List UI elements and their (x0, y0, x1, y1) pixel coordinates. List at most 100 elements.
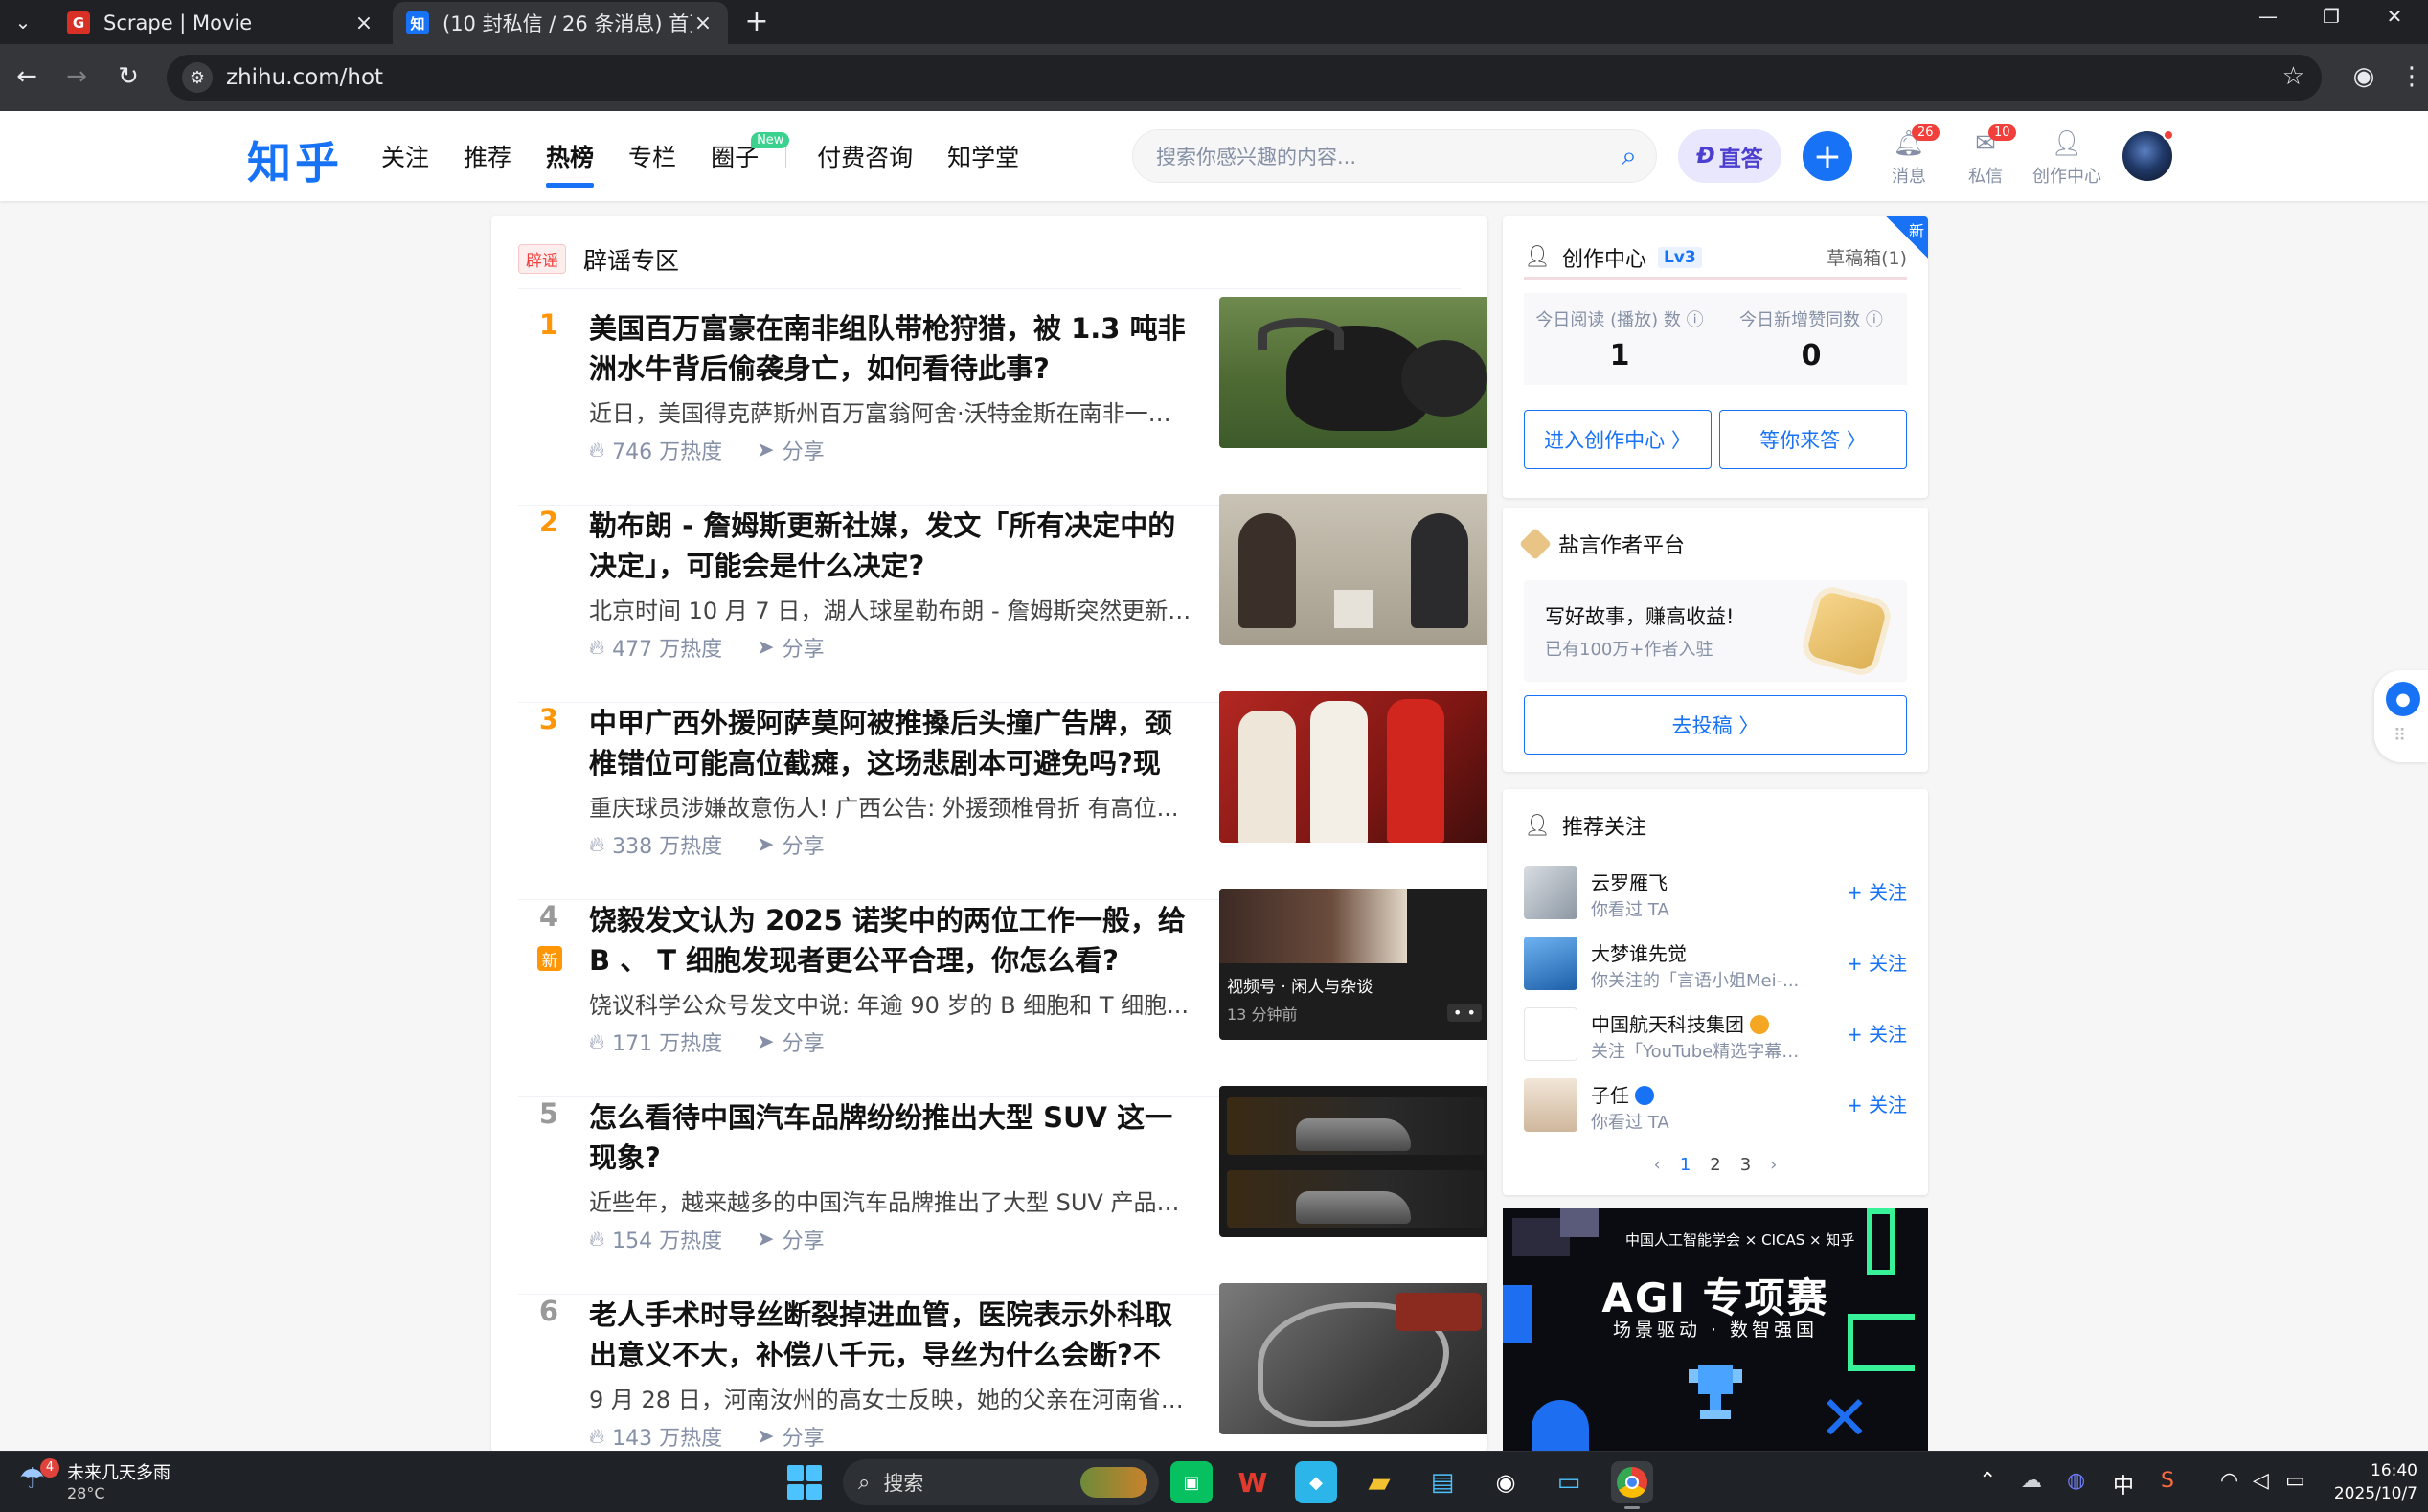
notepad-icon[interactable]: ▤ (1421, 1461, 1464, 1503)
hot-item[interactable]: 4 新 饶毅发文认为 2025 诺奖中的两位工作一般，给 B 、 T 细胞发现者… (518, 889, 1487, 1097)
share-label[interactable]: 分享 (783, 1224, 825, 1254)
nav-recommend[interactable]: 推荐 (464, 111, 511, 201)
file-explorer-icon[interactable]: ▰ (1358, 1461, 1400, 1503)
minimize-window-button[interactable]: — (2236, 0, 2300, 33)
browser-tab[interactable]: G Scrape | Movie × (54, 2, 389, 44)
tab-search-button[interactable]: ⌄ (8, 7, 38, 37)
user-avatar[interactable] (2122, 129, 2174, 181)
follow-button[interactable]: + 关注 (1847, 948, 1907, 976)
agi-contest-ad[interactable]: ✕ 中国人工智能学会 × CICAS × 知乎 AGI 专项赛 场景驱动 · 数… (1503, 1208, 1928, 1452)
hot-title[interactable]: 中甲广西外援阿萨莫阿被推搡后头撞广告牌，颈椎错位可能高位截瘫，这场悲剧本可避免吗… (589, 703, 1192, 783)
restore-window-button[interactable]: ❐ (2300, 0, 2363, 33)
profile-icon[interactable]: ◉ (2347, 59, 2381, 94)
help-icon[interactable]: ⓘ (1866, 310, 1883, 330)
close-window-button[interactable]: ✕ (2363, 0, 2426, 33)
taskbar-search[interactable]: ⌕ 搜索 (843, 1459, 1159, 1505)
share-icon[interactable]: ➤ (757, 439, 774, 463)
app-store-icon[interactable]: ◆ (1295, 1461, 1337, 1503)
hot-thumbnail[interactable] (1219, 494, 1487, 645)
bookmark-star-icon[interactable]: ☆ (2282, 62, 2304, 91)
dms-button[interactable]: ✉ 10 私信 (1952, 124, 2019, 188)
avatar[interactable] (1524, 1007, 1577, 1061)
recommended-user[interactable]: 云罗雁飞 你看过 TA + 关注 (1524, 864, 1907, 923)
assistant-chat-icon[interactable]: ● (2386, 682, 2420, 716)
hot-item[interactable]: 3 中甲广西外援阿萨莫阿被推搡后头撞广告牌，颈椎错位可能高位截瘫，这场悲剧本可避… (518, 691, 1487, 900)
avatar[interactable] (1524, 1078, 1577, 1132)
hot-title[interactable]: 饶毅发文认为 2025 诺奖中的两位工作一般，给 B 、 T 细胞发现者更公平合… (589, 900, 1192, 981)
nav-zhixuetang[interactable]: 知学堂 (947, 111, 1019, 201)
wechat-app-icon[interactable]: ▣ (1170, 1461, 1213, 1503)
hot-thumbnail[interactable] (1219, 297, 1487, 448)
submit-manuscript-button[interactable]: 去投稿 〉 (1524, 695, 1907, 755)
nav-follow[interactable]: 关注 (381, 111, 429, 201)
page-3[interactable]: 3 (1740, 1155, 1751, 1175)
sogou-ime-icon[interactable]: S (2161, 1469, 2174, 1493)
window-app-icon[interactable]: ▭ (1548, 1461, 1590, 1503)
new-tab-button[interactable]: + (739, 4, 774, 38)
hot-item[interactable]: 5 怎么看待中国汽车品牌纷纷推出大型 SUV 这一现象? 近些年，越来越多的中国… (518, 1086, 1487, 1295)
ime-indicator[interactable]: 中 (2113, 1469, 2134, 1500)
battery-icon[interactable]: ▭ (2285, 1469, 2305, 1493)
avatar[interactable] (1524, 937, 1577, 990)
reload-icon[interactable]: ↻ (109, 57, 147, 96)
floating-assistant[interactable]: ● ⠿ (2374, 670, 2428, 762)
cloud-sync-icon[interactable]: ☁ (2021, 1469, 2042, 1493)
hot-title[interactable]: 怎么看待中国汽车品牌纷纷推出大型 SUV 这一现象? (589, 1097, 1192, 1178)
creator-center-button[interactable]: 👤︎ 创作中心 (2031, 124, 2103, 188)
share-label[interactable]: 分享 (783, 1421, 825, 1452)
user-name[interactable]: 子任 (1591, 1080, 1654, 1108)
follow-button[interactable]: + 关注 (1847, 1019, 1907, 1047)
share-label[interactable]: 分享 (783, 435, 825, 465)
tray-app-icon[interactable]: ◍ (2067, 1469, 2085, 1493)
zhida-button[interactable]: Ð 直答 (1678, 129, 1781, 183)
share-icon[interactable]: ➤ (757, 1425, 774, 1449)
hot-title[interactable]: 勒布朗 - 詹姆斯更新社媒，发文「所有决定中的决定」，可能会是什么决定? (589, 506, 1192, 586)
hot-item[interactable]: 1 美国百万富豪在南非组队带枪狩猎，被 1.3 吨非洲水牛背后偷袭身亡，如何看待… (518, 297, 1487, 506)
search-box[interactable]: 搜索你感兴趣的内容... ⌕ (1132, 129, 1657, 183)
recommended-user[interactable]: 中国航天科技集团 关注「YouTube精选字幕」... + 关注 (1524, 1005, 1907, 1065)
hot-title[interactable]: 老人手术时导丝断裂掉进血管，医院表示外科取出意义不大，补偿八千元，导丝为什么会断… (589, 1295, 1192, 1375)
drafts-link[interactable]: 草稿箱(1) (1827, 244, 1907, 270)
wps-app-icon[interactable]: W (1232, 1461, 1274, 1503)
share-label[interactable]: 分享 (783, 829, 825, 860)
page-1[interactable]: 1 (1680, 1155, 1691, 1175)
hot-thumbnail[interactable] (1219, 691, 1487, 843)
wifi-icon[interactable]: ◠ (2220, 1469, 2238, 1493)
forward-arrow-icon[interactable]: → (57, 57, 96, 96)
follow-button[interactable]: + 关注 (1847, 1090, 1907, 1117)
enter-creator-center-button[interactable]: 进入创作中心 〉 (1524, 410, 1712, 469)
recommended-user[interactable]: 大梦谁先觉 你关注的「言语小姐Mei-... + 关注 (1524, 935, 1907, 994)
help-icon[interactable]: ⓘ (1687, 310, 1704, 330)
nav-hot[interactable]: 热榜 (546, 111, 595, 201)
chat-app-icon[interactable]: ◉ (1485, 1461, 1527, 1503)
windows-start-icon[interactable] (787, 1465, 822, 1500)
close-tab-icon[interactable]: × (352, 11, 375, 35)
address-bar[interactable]: ⚙ zhihu.com/hot ☆ (167, 55, 2322, 101)
close-tab-icon[interactable]: × (692, 11, 715, 35)
back-arrow-icon[interactable]: ← (8, 57, 46, 96)
share-label[interactable]: 分享 (783, 1027, 825, 1057)
prev-page-icon[interactable]: ‹ (1654, 1155, 1661, 1175)
browser-tab-active[interactable]: 知 (10 封私信 / 26 条消息) 首页 - × (393, 2, 728, 44)
hot-thumbnail[interactable] (1219, 1086, 1487, 1237)
tray-overflow-icon[interactable]: ⌃ (1979, 1469, 1996, 1493)
system-clock[interactable]: 16:40 2025/10/7 (2326, 1459, 2417, 1505)
user-name[interactable]: 中国航天科技集团 (1591, 1009, 1769, 1037)
nav-column[interactable]: 专栏 (628, 111, 676, 201)
video-more-icon[interactable]: • • (1447, 1004, 1482, 1022)
create-plus-button[interactable]: + (1803, 131, 1852, 181)
yanxuan-promo[interactable]: 写好故事，赚高收益! 已有100万+作者入驻 (1524, 580, 1907, 682)
search-input[interactable]: 搜索你感兴趣的内容... (1156, 142, 1602, 170)
search-icon[interactable]: ⌕ (1602, 129, 1656, 183)
page-2[interactable]: 2 (1710, 1155, 1720, 1175)
site-info-icon[interactable]: ⚙ (182, 62, 213, 93)
zhihu-logo[interactable]: 知乎 (247, 128, 343, 192)
share-icon[interactable]: ➤ (757, 833, 774, 857)
next-page-icon[interactable]: › (1770, 1155, 1777, 1175)
nav-paid-consult[interactable]: 付费咨询 (817, 111, 913, 201)
follow-button[interactable]: + 关注 (1847, 877, 1907, 905)
chrome-app-icon[interactable] (1611, 1461, 1653, 1509)
messages-button[interactable]: 🔔︎ 26 消息 (1875, 124, 1942, 188)
drag-handle-icon[interactable]: ⠿ (2394, 726, 2406, 746)
video-thumbnail[interactable]: 视频号 · 闲人与杂谈 13 分钟前 • • (1219, 889, 1487, 1040)
